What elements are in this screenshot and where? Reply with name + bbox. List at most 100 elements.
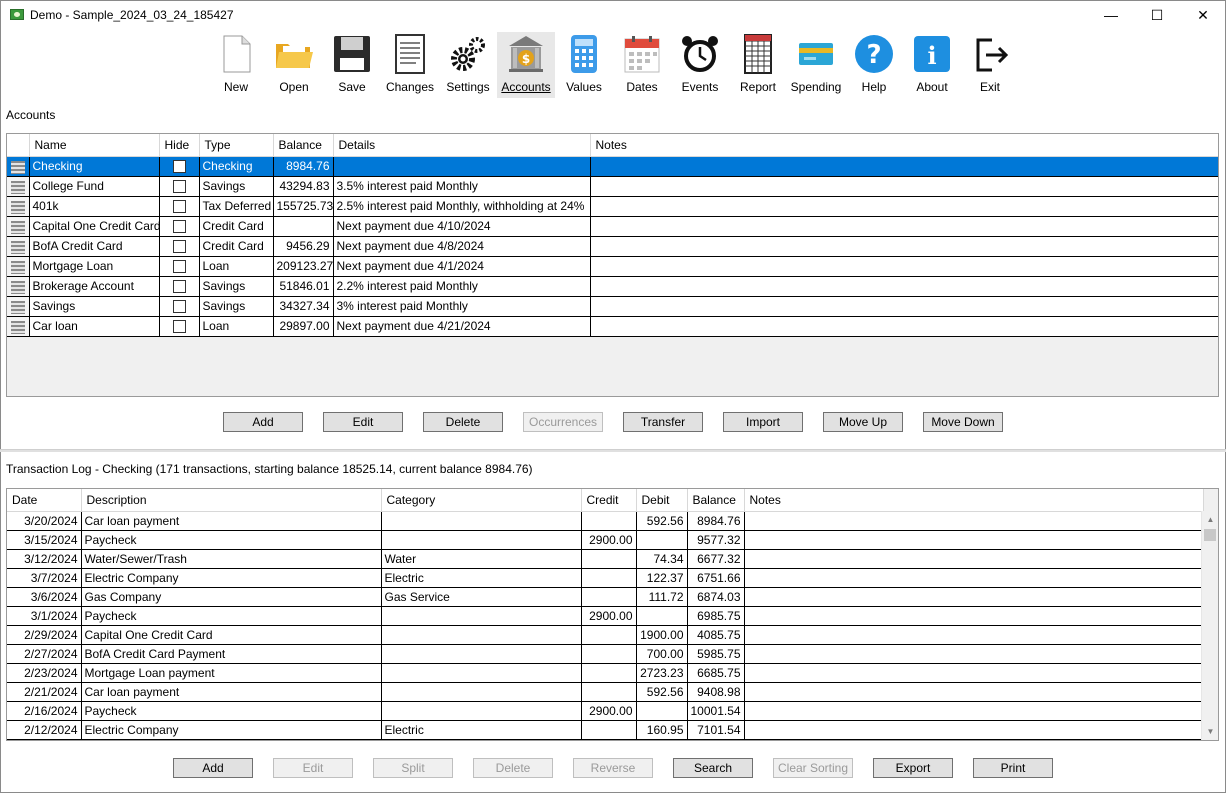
- tx-notes-cell[interactable]: [744, 568, 1204, 588]
- account-name-cell[interactable]: Car loan: [29, 316, 160, 337]
- tx-date-cell[interactable]: 2/23/2024: [7, 663, 82, 683]
- transaction-row[interactable]: 2/27/2024 BofA Credit Card Payment 700.00 5…: [7, 644, 1204, 664]
- transaction-row[interactable]: 2/21/2024 Car loan payment 592.56 9408.98: [7, 682, 1204, 702]
- hide-checkbox[interactable]: [172, 320, 186, 334]
- tx-date-cell[interactable]: 2/12/2024: [7, 720, 82, 740]
- account-row[interactable]: Capital One Credit Card Credit Card Next p…: [7, 216, 1218, 237]
- col-name-header[interactable]: Name: [29, 134, 160, 157]
- transactions-grid[interactable]: Date Description Category Credit Debit B…: [6, 488, 1219, 741]
- account-edit-button[interactable]: Edit: [323, 412, 403, 432]
- tx-date-cell[interactable]: 3/20/2024: [7, 511, 82, 531]
- account-name-cell[interactable]: Capital One Credit Card: [29, 216, 160, 237]
- tx-category-cell[interactable]: Gas Service: [381, 587, 582, 607]
- tx-date-cell[interactable]: 3/6/2024: [7, 587, 82, 607]
- account-row[interactable]: BofA Credit Card Credit Card 9456.29 Next p…: [7, 236, 1218, 257]
- row-drag-handle[interactable]: [7, 196, 30, 217]
- account-details-cell[interactable]: Next payment due 4/8/2024: [333, 236, 591, 257]
- row-drag-handle[interactable]: [7, 316, 30, 337]
- settings-button[interactable]: Settings: [439, 32, 497, 98]
- tx-notes-cell[interactable]: [744, 511, 1204, 531]
- account-hide-cell[interactable]: [159, 256, 200, 277]
- transaction-row[interactable]: 3/7/2024 Electric Company Electric 122.37 67…: [7, 568, 1204, 588]
- accounts-button[interactable]: $ Accounts: [497, 32, 555, 98]
- tx-reverse-button[interactable]: Reverse: [573, 758, 653, 778]
- tx-date-cell[interactable]: 3/15/2024: [7, 530, 82, 550]
- account-add-button[interactable]: Add: [223, 412, 303, 432]
- col-details-header[interactable]: Details: [333, 134, 591, 157]
- tx-description-cell[interactable]: Paycheck: [81, 701, 382, 721]
- account-occurrences-button[interactable]: Occurrences: [523, 412, 603, 432]
- scroll-thumb[interactable]: [1204, 529, 1216, 541]
- hide-checkbox[interactable]: [172, 200, 186, 214]
- transaction-row[interactable]: 3/20/2024 Car loan payment 592.56 8984.76: [7, 511, 1204, 531]
- account-type-cell[interactable]: Loan: [199, 316, 274, 337]
- account-details-cell[interactable]: 3% interest paid Monthly: [333, 296, 591, 317]
- dates-button[interactable]: Dates: [613, 32, 671, 98]
- tx-credit-cell[interactable]: [581, 682, 637, 702]
- tx-description-cell[interactable]: BofA Credit Card Payment: [81, 644, 382, 664]
- tx-balance-cell[interactable]: 8984.76: [687, 511, 745, 531]
- report-button[interactable]: Report: [729, 32, 787, 98]
- hide-checkbox[interactable]: [172, 180, 186, 194]
- hide-checkbox[interactable]: [172, 260, 186, 274]
- account-row[interactable]: College Fund Savings 43294.83 3.5% interest…: [7, 176, 1218, 197]
- tx-category-cell[interactable]: [381, 625, 582, 645]
- col-type-header[interactable]: Type: [199, 134, 274, 157]
- tx-notes-cell[interactable]: [744, 701, 1204, 721]
- tx-notes-cell[interactable]: [744, 606, 1204, 626]
- account-row[interactable]: 401k Tax Deferred 155725.73 2.5% interest p…: [7, 196, 1218, 217]
- account-name-cell[interactable]: 401k: [29, 196, 160, 217]
- account-move-down-button[interactable]: Move Down: [923, 412, 1003, 432]
- account-move-up-button[interactable]: Move Up: [823, 412, 903, 432]
- account-notes-cell[interactable]: [590, 156, 1218, 177]
- scroll-up-arrow-icon[interactable]: ▲: [1202, 511, 1218, 528]
- account-notes-cell[interactable]: [590, 296, 1218, 317]
- tx-debit-cell[interactable]: 700.00: [636, 644, 688, 664]
- account-notes-cell[interactable]: [590, 176, 1218, 197]
- transaction-row[interactable]: 3/1/2024 Paycheck 2900.00 6985.75: [7, 606, 1204, 626]
- tx-description-cell[interactable]: Water/Sewer/Trash: [81, 549, 382, 569]
- open-button[interactable]: Open: [265, 32, 323, 98]
- account-balance-cell[interactable]: 29897.00: [273, 316, 334, 337]
- account-row[interactable]: Savings Savings 34327.34 3% interest paid M…: [7, 296, 1218, 317]
- account-name-cell[interactable]: Checking: [29, 156, 160, 177]
- tx-balance-cell[interactable]: 6677.32: [687, 549, 745, 569]
- account-notes-cell[interactable]: [590, 256, 1218, 277]
- account-hide-cell[interactable]: [159, 316, 200, 337]
- transactions-scrollbar[interactable]: ▲ ▼: [1201, 511, 1218, 740]
- tx-description-cell[interactable]: Paycheck: [81, 606, 382, 626]
- tx-debit-cell[interactable]: 122.37: [636, 568, 688, 588]
- col-notes-header[interactable]: Notes: [744, 489, 1204, 512]
- new-button[interactable]: New: [207, 32, 265, 98]
- account-details-cell[interactable]: Next payment due 4/21/2024: [333, 316, 591, 337]
- tx-description-cell[interactable]: Car loan payment: [81, 511, 382, 531]
- tx-notes-cell[interactable]: [744, 663, 1204, 683]
- tx-notes-cell[interactable]: [744, 720, 1204, 740]
- transaction-row[interactable]: 2/29/2024 Capital One Credit Card 1900.00 4…: [7, 625, 1204, 645]
- spending-button[interactable]: Spending: [787, 32, 845, 98]
- account-name-cell[interactable]: Mortgage Loan: [29, 256, 160, 277]
- account-type-cell[interactable]: Checking: [199, 156, 274, 177]
- transaction-row[interactable]: 3/12/2024 Water/Sewer/Trash Water 74.34 6677…: [7, 549, 1204, 569]
- account-type-cell[interactable]: Savings: [199, 276, 274, 297]
- col-category-header[interactable]: Category: [381, 489, 582, 512]
- scroll-down-arrow-icon[interactable]: ▼: [1202, 723, 1218, 740]
- tx-credit-cell[interactable]: [581, 549, 637, 569]
- tx-description-cell[interactable]: Electric Company: [81, 720, 382, 740]
- tx-notes-cell[interactable]: [744, 530, 1204, 550]
- pane-splitter[interactable]: [0, 449, 1226, 452]
- account-hide-cell[interactable]: [159, 176, 200, 197]
- account-notes-cell[interactable]: [590, 316, 1218, 337]
- col-debit-header[interactable]: Debit: [636, 489, 688, 512]
- tx-balance-cell[interactable]: 6685.75: [687, 663, 745, 683]
- values-button[interactable]: Values: [555, 32, 613, 98]
- account-transfer-button[interactable]: Transfer: [623, 412, 703, 432]
- account-type-cell[interactable]: Credit Card: [199, 216, 274, 237]
- transaction-row[interactable]: 3/6/2024 Gas Company Gas Service 111.72 6874…: [7, 587, 1204, 607]
- account-hide-cell[interactable]: [159, 216, 200, 237]
- minimize-button[interactable]: —: [1088, 0, 1134, 30]
- tx-description-cell[interactable]: Capital One Credit Card: [81, 625, 382, 645]
- tx-print-button[interactable]: Print: [973, 758, 1053, 778]
- tx-credit-cell[interactable]: [581, 625, 637, 645]
- tx-delete-button[interactable]: Delete: [473, 758, 553, 778]
